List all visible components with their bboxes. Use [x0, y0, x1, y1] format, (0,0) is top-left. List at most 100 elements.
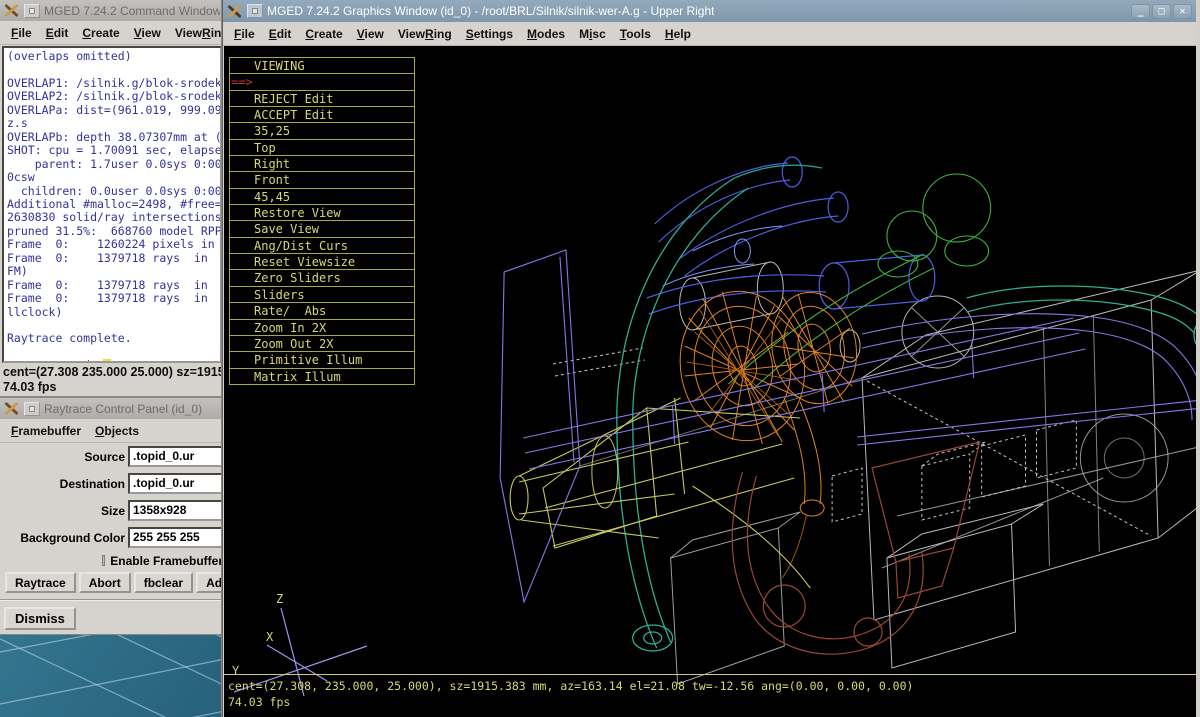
axis-y-label: Y — [232, 664, 239, 678]
panel-separator — [0, 599, 223, 601]
enable-framebuffer-row: Enable Framebuffer — [102, 551, 223, 570]
form-row: Source .topid_0.ur — [0, 443, 223, 470]
field-label: Background Color — [0, 531, 128, 545]
menu-item[interactable]: Create — [75, 26, 126, 40]
terminal-prompt-line: mged> — [7, 346, 220, 363]
field-input[interactable]: 1358x928 — [128, 500, 223, 521]
faceplate-menu-item[interactable]: Sliders — [230, 287, 414, 303]
raytrace-control-panel: Raytrace Control Panel (id_0) Framebuffe… — [0, 398, 223, 634]
terminal-line — [7, 63, 220, 76]
faceplate-menu-item[interactable]: 45,45 — [230, 189, 414, 205]
mged-app-icon — [227, 4, 243, 19]
field-label: Source — [0, 450, 128, 464]
menu-item[interactable]: Tools — [613, 27, 658, 41]
desktop: MGED 7.24.2 Command Window (id_0) FileEd… — [0, 0, 1200, 717]
window-menu-button[interactable] — [24, 4, 40, 18]
menu-item[interactable]: File — [227, 27, 262, 41]
enable-framebuffer-label: Enable Framebuffer — [110, 554, 223, 568]
menu-item[interactable]: ViewRing — [391, 27, 459, 41]
menu-item[interactable]: Edit — [39, 26, 76, 40]
terminal-line: OVERLAPa: dist=(961.019, 999.09 — [7, 104, 220, 117]
graphics-window-title: MGED 7.24.2 Graphics Window (id_0) - /ro… — [267, 4, 714, 18]
terminal-line: 2630830 solid/ray intersections — [7, 211, 220, 224]
faceplate-separator-line — [224, 674, 1196, 675]
faceplate-menu-active-item[interactable]: ==>BUTTON MENU — [230, 74, 414, 90]
fbclear-button[interactable]: fbclear — [134, 572, 193, 593]
terminal-line: OVERLAPb: depth 38.07307mm at ( — [7, 131, 220, 144]
faceplate-menu-item[interactable]: REJECT Edit — [230, 91, 414, 107]
fps-status: 74.03 fps — [3, 380, 224, 395]
dismiss-button[interactable]: Dismiss — [4, 607, 76, 630]
advanced-button[interactable]: Advanced... — [196, 572, 223, 593]
window-control-button[interactable]: □ — [1152, 4, 1171, 19]
menu-item[interactable]: Objects — [88, 424, 146, 438]
mged-app-icon — [4, 401, 20, 416]
window-control-button[interactable]: _ — [1131, 4, 1150, 19]
faceplate-menu-item[interactable]: Zoom In 2X — [230, 320, 414, 336]
faceplate-menu-item[interactable]: Matrix Illum — [230, 369, 414, 385]
terminal-line: z.s — [7, 117, 220, 130]
faceplate-menu-header: VIEWING — [230, 58, 414, 74]
menu-item[interactable]: Misc — [572, 27, 613, 41]
form-row: Background Color 255 255 255 — [0, 524, 223, 551]
terminal-line: SHOT: cpu = 1.70091 sec, elapse — [7, 144, 220, 157]
graphics-window-menubar: FileEditCreateViewViewRingSettingsModesM… — [223, 22, 1196, 46]
window-menu-button[interactable] — [24, 402, 40, 416]
menu-item[interactable]: View — [350, 27, 391, 41]
graphics-window: MGED 7.24.2 Graphics Window (id_0) - /ro… — [222, 0, 1200, 717]
active-item-arrow-icon: ==> — [231, 74, 253, 90]
menu-item[interactable]: Create — [298, 27, 349, 41]
faceplate-menu-item[interactable]: Zero Sliders — [230, 270, 414, 286]
terminal-line: pruned 31.5%: 668760 model RPP — [7, 225, 220, 238]
abort-button[interactable]: Abort — [79, 572, 131, 593]
faceplate-menu-item[interactable]: Right — [230, 156, 414, 172]
faceplate-menu-item[interactable]: Rate/ Abs — [230, 303, 414, 319]
mged-app-icon — [4, 3, 20, 18]
faceplate-menu-item[interactable]: Ang/Dist Curs — [230, 238, 414, 254]
command-window-statusbar: cent=(27.308 235.000 25.000) sz=1915.383… — [0, 363, 224, 396]
menu-item[interactable]: File — [4, 26, 39, 40]
menu-item[interactable]: Help — [658, 27, 698, 41]
form-row: Size 1358x928 — [0, 497, 223, 524]
faceplate-menu-item[interactable]: Reset Viewsize — [230, 254, 414, 270]
faceplate-menu-item[interactable]: ACCEPT Edit — [230, 107, 414, 123]
terminal-line: parent: 1.7user 0.0sys 0:00 — [7, 158, 220, 171]
raytrace-panel-body: Source .topid_0.ur Destination .topid_0.… — [0, 443, 223, 634]
command-window-menubar: FileEditCreateViewViewRingSettings — [0, 21, 224, 45]
terminal-line: Frame 0: 1379718 rays in — [7, 279, 220, 292]
fps-status: 74.03 fps — [228, 695, 290, 709]
faceplate-menu-item[interactable]: Restore View — [230, 205, 414, 221]
faceplate-menu-item[interactable]: Front — [230, 172, 414, 188]
raytrace-button[interactable]: Raytrace — [5, 572, 76, 593]
graphics-canvas[interactable]: VIEWING ==>BUTTON MENU REJECT EditACCEPT… — [224, 46, 1196, 717]
menu-item[interactable]: Modes — [520, 27, 572, 41]
window-menu-button[interactable] — [247, 4, 263, 18]
raytrace-button-row: Raytrace Abort fbclear Advanced... — [0, 570, 223, 595]
faceplate-menu-item[interactable]: 35,25 — [230, 123, 414, 139]
view-parameters-status: cent=(27.308, 235.000, 25.000), sz=1915.… — [228, 679, 913, 693]
faceplate-menu-item[interactable]: Save View — [230, 221, 414, 237]
field-label: Size — [0, 504, 128, 518]
field-input[interactable]: .topid_0.ur — [128, 473, 223, 494]
terminal-line: llclock) — [7, 306, 220, 319]
enable-framebuffer-checkbox[interactable] — [102, 555, 105, 566]
menu-item[interactable]: Edit — [262, 27, 299, 41]
command-window-title: MGED 7.24.2 Command Window (id_0) — [44, 4, 220, 18]
menu-item[interactable]: Settings — [459, 27, 520, 41]
menu-item[interactable]: View — [127, 26, 168, 40]
faceplate-menu-item[interactable]: Primitive Illum — [230, 352, 414, 368]
graphics-window-titlebar[interactable]: MGED 7.24.2 Graphics Window (id_0) - /ro… — [223, 0, 1196, 22]
field-input[interactable]: .topid_0.ur — [128, 446, 223, 467]
terminal-line: OVERLAP1: /silnik.g/blok-srodek — [7, 77, 220, 90]
terminal-line: Frame 0: 1260224 pixels in — [7, 238, 220, 251]
command-window-titlebar[interactable]: MGED 7.24.2 Command Window (id_0) — [0, 0, 224, 21]
menu-item[interactable]: Framebuffer — [4, 424, 88, 438]
faceplate-menu-item[interactable]: Zoom Out 2X — [230, 336, 414, 352]
command-terminal[interactable]: (overlaps omitted)OVERLAP1: /silnik.g/bl… — [2, 46, 222, 363]
axis-x-label: X — [266, 630, 273, 644]
field-input[interactable]: 255 255 255 — [128, 527, 223, 548]
terminal-line: Frame 0: 1379718 rays in — [7, 252, 220, 265]
faceplate-menu-item[interactable]: Top — [230, 140, 414, 156]
window-control-button[interactable]: ✕ — [1173, 4, 1192, 19]
raytrace-panel-titlebar[interactable]: Raytrace Control Panel (id_0) — [0, 398, 223, 419]
